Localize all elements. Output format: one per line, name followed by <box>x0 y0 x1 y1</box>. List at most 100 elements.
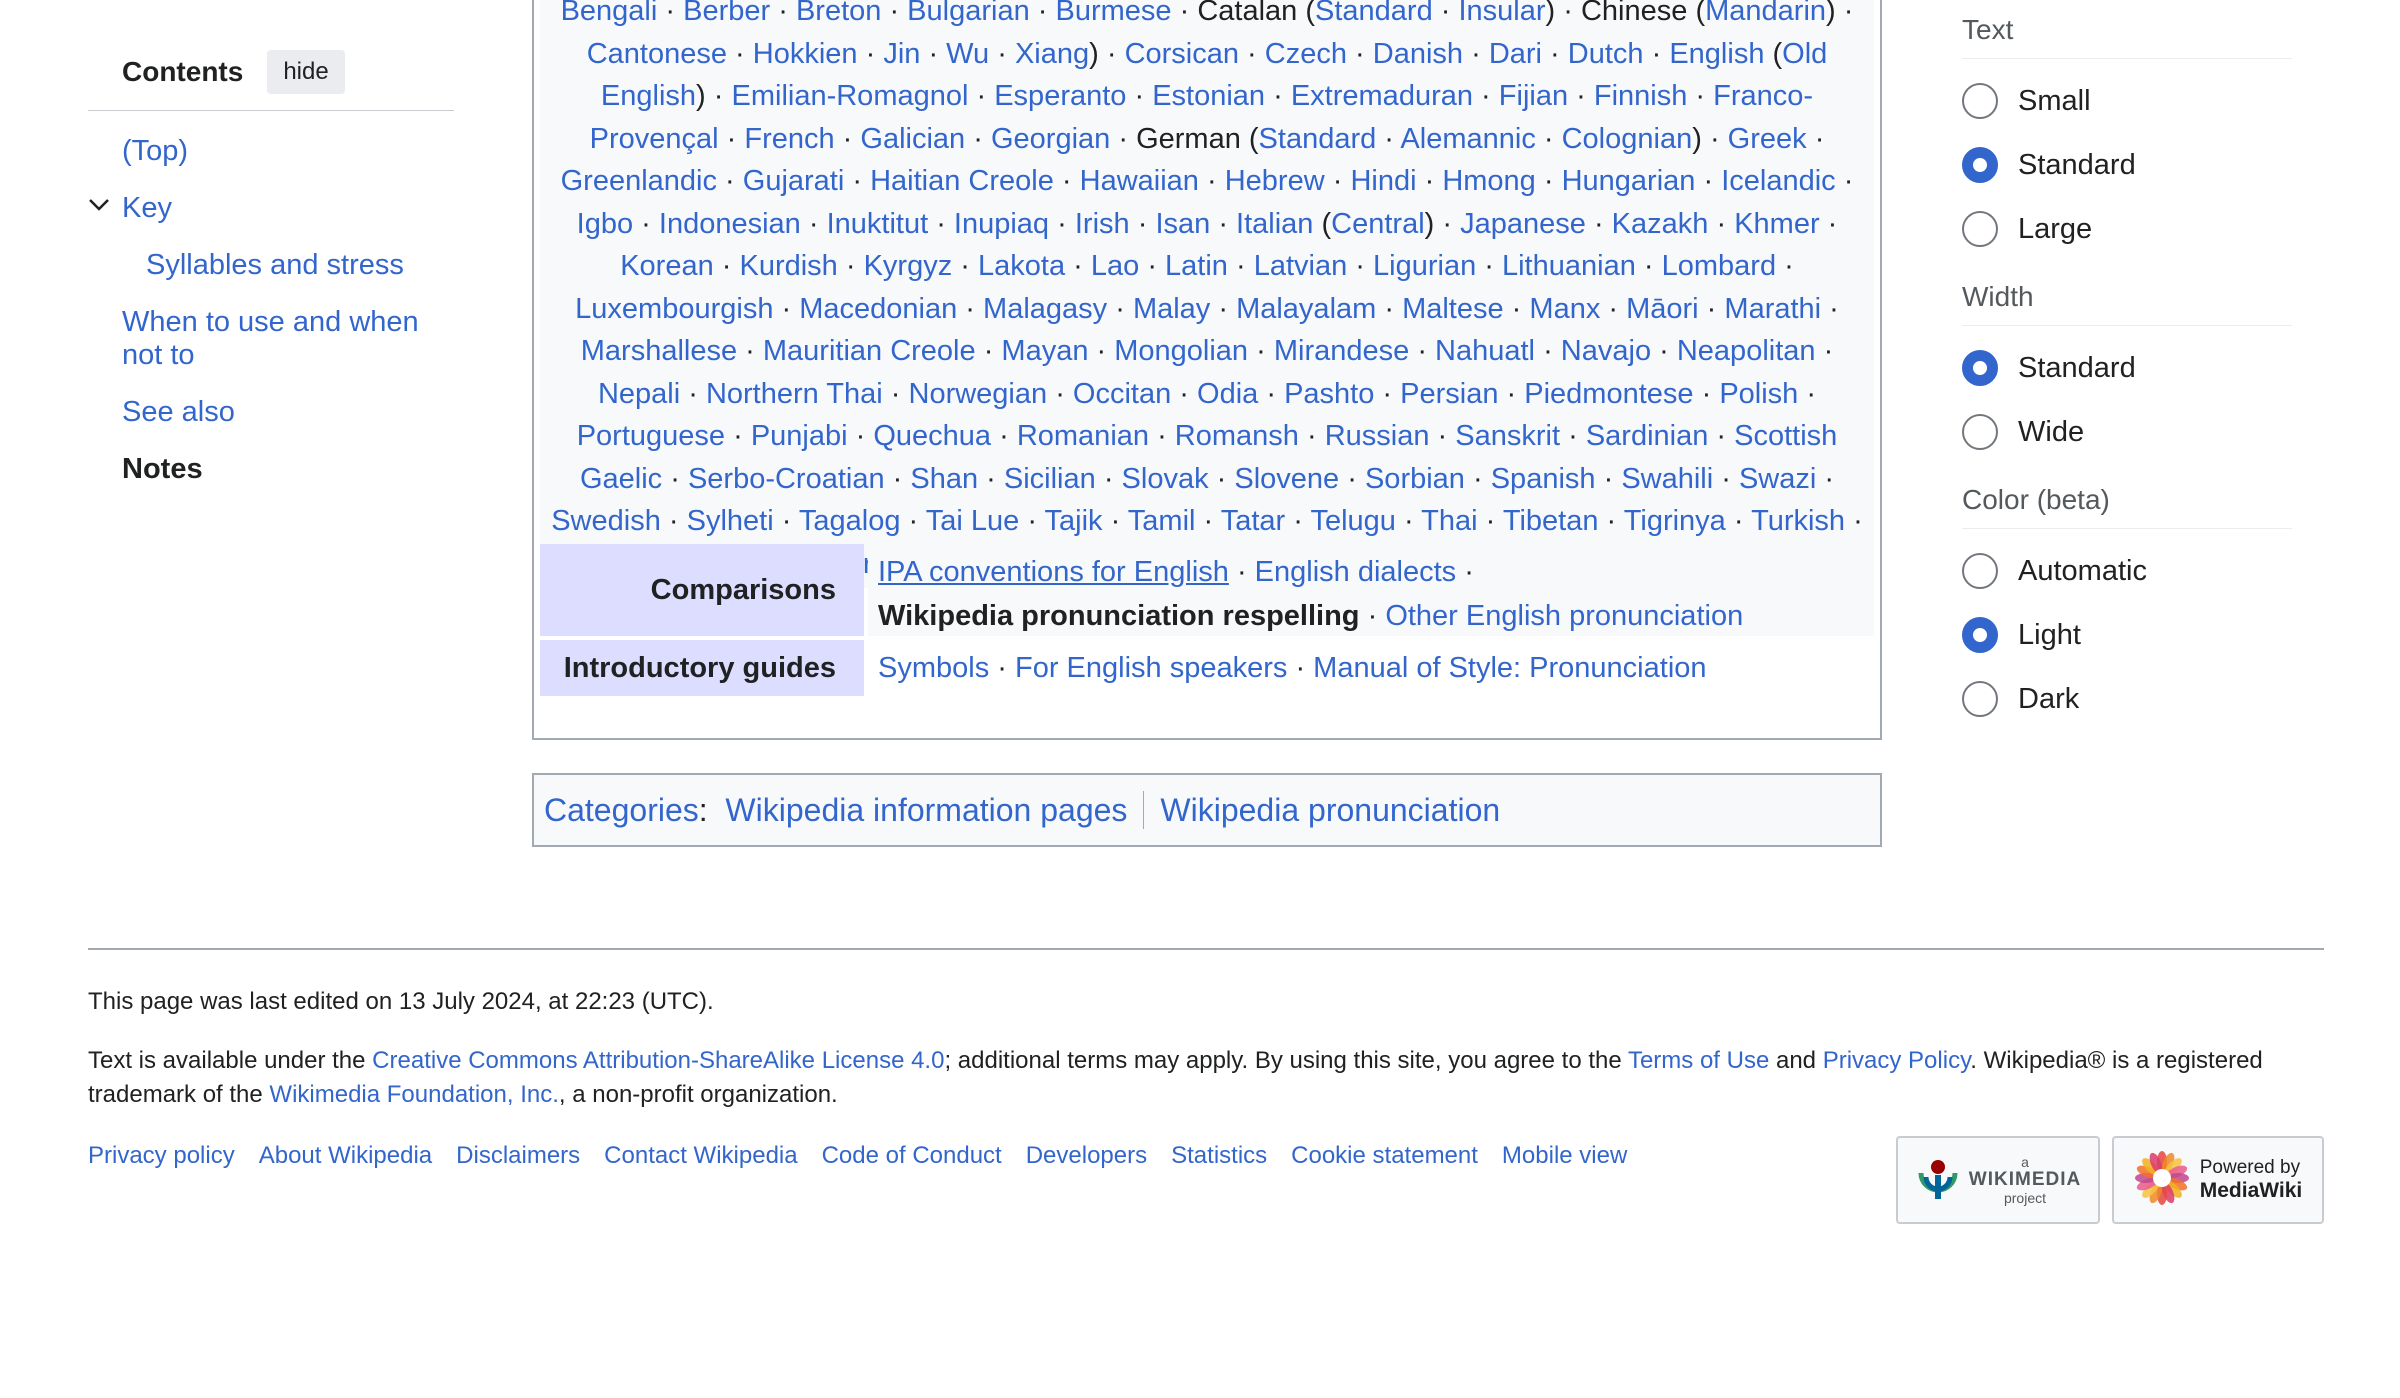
language-link[interactable]: Estonian <box>1152 80 1265 112</box>
language-link[interactable]: Inupiaq <box>954 208 1049 240</box>
language-link[interactable]: Mauritian Creole <box>763 335 976 367</box>
privacy-policy-inline-link[interactable]: Privacy Policy <box>1823 1047 1971 1074</box>
language-link[interactable]: Telugu <box>1310 505 1395 537</box>
language-link[interactable]: Marshallese <box>581 335 737 367</box>
english-dialects-link[interactable]: English dialects <box>1255 556 1457 588</box>
language-link[interactable]: Swedish <box>551 505 661 537</box>
language-link[interactable]: Tibetan <box>1503 505 1599 537</box>
language-link[interactable]: Quechua <box>873 420 991 452</box>
wikimedia-foundation-link[interactable]: Wikimedia Foundation, Inc. <box>269 1081 558 1108</box>
language-variant-link[interactable]: Colognian <box>1562 123 1693 155</box>
language-link[interactable]: Slovak <box>1122 463 1209 495</box>
radio-button[interactable] <box>1962 147 1998 183</box>
language-link[interactable]: Persian <box>1400 378 1498 410</box>
radio-button[interactable] <box>1962 681 1998 717</box>
language-link[interactable]: Icelandic <box>1721 165 1835 197</box>
language-link[interactable]: Greenlandic <box>561 165 717 197</box>
language-link[interactable]: Italian <box>1236 208 1313 240</box>
language-link[interactable]: Irish <box>1075 208 1130 240</box>
language-link[interactable]: Khmer <box>1734 208 1819 240</box>
language-link[interactable]: Kyrgyz <box>864 250 953 282</box>
color-option-light[interactable]: Light <box>1962 603 2292 667</box>
radio-button[interactable] <box>1962 414 1998 450</box>
footer-link-contact-wikipedia[interactable]: Contact Wikipedia <box>604 1142 797 1170</box>
footer-link-mobile-view[interactable]: Mobile view <box>1502 1142 1627 1170</box>
language-link[interactable]: Lithuanian <box>1502 250 1636 282</box>
toc-item-see-also[interactable]: See also <box>122 396 235 428</box>
language-link[interactable]: Pashto <box>1284 378 1374 410</box>
category-pronunciation[interactable]: Wikipedia pronunciation <box>1160 792 1500 829</box>
language-link[interactable]: Inuktitut <box>827 208 929 240</box>
language-link[interactable]: Neapolitan <box>1677 335 1816 367</box>
language-link[interactable]: Sylheti <box>687 505 774 537</box>
language-link[interactable]: Norwegian <box>909 378 1048 410</box>
language-link[interactable]: Slovene <box>1234 463 1339 495</box>
language-link[interactable]: Ligurian <box>1373 250 1476 282</box>
language-variant-link[interactable]: Mandarin <box>1705 0 1826 27</box>
footer-link-disclaimers[interactable]: Disclaimers <box>456 1142 580 1170</box>
language-link[interactable]: Navajo <box>1561 335 1651 367</box>
language-link[interactable]: Mongolian <box>1114 335 1248 367</box>
toc-item-top[interactable]: (Top) <box>122 135 188 167</box>
language-variant-link[interactable]: Insular <box>1458 0 1545 27</box>
language-link[interactable]: Sorbian <box>1365 463 1465 495</box>
language-link[interactable]: Tagalog <box>799 505 901 537</box>
radio-button[interactable] <box>1962 211 1998 247</box>
width-option-standard[interactable]: Standard <box>1962 336 2292 400</box>
language-link[interactable]: Serbo-Croatian <box>688 463 885 495</box>
language-link[interactable]: Piedmontese <box>1524 378 1693 410</box>
language-link[interactable]: Lao <box>1091 250 1139 282</box>
language-link[interactable]: Breton <box>796 0 881 27</box>
language-link[interactable]: Mayan <box>1001 335 1088 367</box>
language-link[interactable]: Cantonese <box>587 38 727 70</box>
language-link[interactable]: Tamil <box>1128 505 1196 537</box>
ipa-conventions-link[interactable]: IPA conventions for English <box>878 556 1229 588</box>
chevron-down-icon[interactable] <box>88 190 110 223</box>
language-link[interactable]: Romanian <box>1017 420 1149 452</box>
language-variant-link[interactable]: Central <box>1331 208 1425 240</box>
language-link[interactable]: Swahili <box>1621 463 1713 495</box>
language-link[interactable]: Indonesian <box>659 208 801 240</box>
language-link[interactable]: Kurdish <box>739 250 837 282</box>
language-link[interactable]: Jin <box>883 38 920 70</box>
language-link[interactable]: Swazi <box>1739 463 1816 495</box>
language-link[interactable]: Bengali <box>561 0 658 27</box>
radio-button[interactable] <box>1962 83 1998 119</box>
language-link[interactable]: Extremaduran <box>1291 80 1473 112</box>
language-link[interactable]: Xiang <box>1015 38 1089 70</box>
category-information-pages[interactable]: Wikipedia information pages <box>725 792 1127 829</box>
language-link[interactable]: Sardinian <box>1586 420 1709 452</box>
language-link[interactable]: Punjabi <box>751 420 848 452</box>
language-link[interactable]: Tai Lue <box>926 505 1020 537</box>
language-link[interactable]: Georgian <box>991 123 1110 155</box>
color-option-automatic[interactable]: Automatic <box>1962 539 2292 603</box>
language-link[interactable]: Macedonian <box>799 293 957 325</box>
language-link[interactable]: Hawaiian <box>1080 165 1199 197</box>
toc-hide-button[interactable]: hide <box>267 50 345 94</box>
language-link[interactable]: Turkish <box>1751 505 1845 537</box>
language-link[interactable]: Emilian-Romagnol <box>732 80 969 112</box>
language-link[interactable]: Odia <box>1197 378 1258 410</box>
language-link[interactable]: Kazakh <box>1612 208 1709 240</box>
language-link[interactable]: Dutch <box>1568 38 1644 70</box>
language-link[interactable]: Czech <box>1265 38 1347 70</box>
language-link[interactable]: Esperanto <box>994 80 1126 112</box>
language-link[interactable]: Romansh <box>1175 420 1299 452</box>
powered-by-mediawiki-button[interactable]: Powered by MediaWiki <box>2112 1136 2324 1224</box>
language-link[interactable]: Wu <box>946 38 989 70</box>
language-link[interactable]: Danish <box>1373 38 1463 70</box>
footer-link-code-of-conduct[interactable]: Code of Conduct <box>822 1142 1002 1170</box>
language-link[interactable]: Tatar <box>1221 505 1285 537</box>
for-english-speakers-link[interactable]: For English speakers <box>1015 646 1287 690</box>
language-link[interactable]: Dari <box>1489 38 1542 70</box>
toc-item-when-to-use[interactable]: When to use and when not to <box>122 306 419 371</box>
language-link[interactable]: Marathi <box>1724 293 1821 325</box>
language-variant-link[interactable]: Standard <box>1259 123 1377 155</box>
language-link[interactable]: Gujarati <box>743 165 845 197</box>
language-link[interactable]: Berber <box>683 0 770 27</box>
terms-of-use-link[interactable]: Terms of Use <box>1628 1047 1769 1074</box>
language-link[interactable]: Galician <box>860 123 965 155</box>
language-link[interactable]: Portuguese <box>577 420 725 452</box>
language-link[interactable]: Hmong <box>1442 165 1536 197</box>
footer-link-about-wikipedia[interactable]: About Wikipedia <box>259 1142 432 1170</box>
